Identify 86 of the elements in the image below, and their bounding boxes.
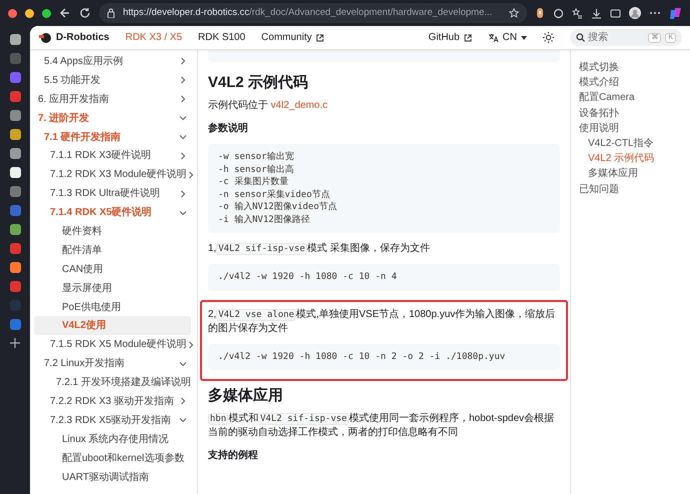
chevron-icon[interactable] (186, 170, 195, 179)
paragraph: 2, V4L2 vse alone 模式,单独使用VSE节点，1080p.yuv作为输入图像，缩放后的图片保存为文件 (208, 308, 556, 336)
profile-avatar[interactable] (629, 7, 641, 19)
toc-link[interactable]: V4L2-CTL指令 (579, 136, 690, 152)
sidebar-item[interactable]: 7.2.3 RDK X5驱动开发指南 (34, 410, 191, 430)
subheading: 支持的例程 (208, 448, 259, 463)
section-heading: 多媒体应用 (208, 387, 284, 405)
sidebar-item[interactable]: 7.2.2 RDK X3 驱动开发指南 (34, 392, 191, 411)
chevron-icon[interactable] (179, 114, 187, 122)
nav-link[interactable]: RDK X3 / X5 (125, 30, 182, 45)
caret-icon (521, 36, 527, 40)
chevron-icon[interactable] (179, 190, 187, 198)
tab-favicon-icon[interactable] (10, 34, 20, 45)
tab-favicon-icon[interactable] (10, 224, 20, 235)
back-arrow-icon[interactable] (59, 7, 71, 19)
tab-favicon-icon[interactable] (10, 167, 20, 178)
lock-icon (107, 8, 115, 18)
sidebar-item[interactable]: 6. 应用开发指南 (34, 90, 191, 109)
chevron-icon[interactable] (179, 152, 187, 160)
download-icon[interactable] (591, 8, 602, 18)
code-block: ./v4l2 -w 1920 -h 1080 -c 10 -n 4 (208, 264, 560, 290)
toc-link[interactable]: 设备拓扑 (579, 106, 690, 121)
sidebar-item[interactable]: 7.1.1 RDK X3硬件说明 (34, 146, 191, 166)
sidebar-item[interactable]: 硬件资料 (34, 222, 191, 241)
sidebar-item[interactable]: PoE供电使用 (34, 298, 191, 316)
toc-link[interactable]: 已知问题 (579, 182, 690, 197)
sidebar-item[interactable]: 7.2 Linux开发指南 (34, 354, 191, 374)
sidebar-item[interactable]: 显示屏使用 (34, 278, 191, 298)
translate-icon (488, 32, 499, 42)
reload-icon[interactable] (79, 7, 91, 19)
code-block: -w sensor输出宽 -h sensor输出高 -c 采集图片数量 -n sensor采集video节点 -o 输入NV12图像video节点 -i 输入NV12图像路径 (208, 144, 560, 233)
sidebar-item[interactable]: 7.1.5 RDK X5 Module硬件说明 (34, 335, 191, 354)
tab-favicon-icon[interactable] (10, 129, 20, 140)
code-block: ./v4l2 -w 1920 -h 1080 -c 10 -n 2 -o 2 -i ./1080p.yuv (208, 344, 560, 370)
sidebar-item[interactable]: CAN使用 (34, 260, 191, 279)
star-icon[interactable] (509, 8, 519, 18)
external-link-icon (316, 34, 324, 42)
sidebar-item[interactable]: 配件清单 (34, 240, 191, 260)
sidebar-item[interactable]: 7.1 硬件开发指南 (34, 128, 191, 146)
sidebar-item[interactable]: UART驱动调试指南 (34, 468, 191, 486)
tab-favicon-icon[interactable] (10, 148, 20, 159)
file-link[interactable]: v4l2_demo.c (270, 100, 328, 111)
toc-link[interactable]: 使用说明 (579, 120, 690, 136)
toc-link[interactable]: 多媒体应用 (579, 166, 690, 182)
sidebar-item[interactable]: 5.4 Apps应用示例 (34, 52, 191, 71)
sidebar-item[interactable]: 7.1.3 RDK Ultra硬件说明 (34, 184, 191, 204)
toc-link[interactable]: 模式切换 (579, 60, 690, 76)
sun-icon[interactable] (543, 32, 554, 43)
copilot-icon[interactable] (669, 6, 682, 20)
address-bar[interactable]: https://developer.d-robotics.cc/rdk_doc/Advanced_development/hardware_developme... (99, 3, 527, 23)
logo-icon (38, 30, 52, 44)
tab-favicon-icon[interactable] (10, 262, 20, 273)
sidebar-item[interactable]: Linux 系统内存使用情况 (34, 430, 191, 449)
chevron-icon[interactable] (179, 133, 187, 141)
url-text: https://developer.d-robotics.cc/rdk_doc/Advanced_development/hardware_developme... (123, 6, 494, 20)
toc-link[interactable]: 配置Camera (579, 90, 690, 106)
chevron-icon[interactable] (186, 340, 195, 349)
toc-link[interactable]: V4L2 示例代码 (579, 151, 690, 166)
search-icon (576, 33, 585, 42)
sidebar-item[interactable]: 7.1.4 RDK X5硬件说明 (34, 203, 191, 222)
chevron-icon[interactable] (179, 360, 187, 368)
chevron-icon[interactable] (179, 95, 187, 104)
chevron-icon[interactable] (179, 57, 187, 66)
toc-link[interactable]: 模式介绍 (579, 75, 690, 90)
external-link-icon (464, 34, 472, 42)
sidebar-item[interactable]: 配置uboot和kernel选项参数 (34, 448, 191, 468)
sidebar-item[interactable]: 7. 进阶开发 (34, 108, 191, 128)
chevron-icon[interactable] (179, 76, 187, 84)
brand-name[interactable]: D-Robotics (56, 30, 110, 45)
paragraph: 示例代码位于 v4l2_demo.c (208, 99, 328, 113)
plus-icon[interactable] (10, 338, 20, 348)
sidebar-item[interactable]: 7.2.1 开发环境搭建及编译说明 (34, 373, 191, 392)
chevron-icon[interactable] (179, 397, 187, 406)
paragraph: hbn 模式和 V4L2 sif-isp-vse 模式使用同一套示例程序，hobot-spdev会根据当前的驱动自动选择工作模式，两者的打印信息略有不同 (208, 412, 556, 440)
chevron-icon[interactable] (179, 208, 187, 217)
section-heading: V4L2 示例代码 (208, 74, 310, 92)
github-link[interactable]: GitHub (428, 30, 472, 45)
favorites-icon[interactable] (572, 8, 583, 18)
sidebar-item[interactable]: 7.1.2 RDK X3 Module硬件说明 (34, 165, 191, 184)
subheading: 参数说明 (208, 122, 249, 136)
sidebar-item[interactable]: 5.5 功能开发 (34, 70, 191, 90)
nav-link[interactable]: Community (261, 30, 324, 45)
paragraph: 1, V4L2 sif-isp-vse 模式 采集图像，保存为文件 (208, 242, 431, 256)
language-dropdown[interactable]: CN (488, 30, 527, 45)
chevron-icon[interactable] (179, 416, 187, 424)
nav-link[interactable]: RDK S100 (198, 30, 246, 45)
